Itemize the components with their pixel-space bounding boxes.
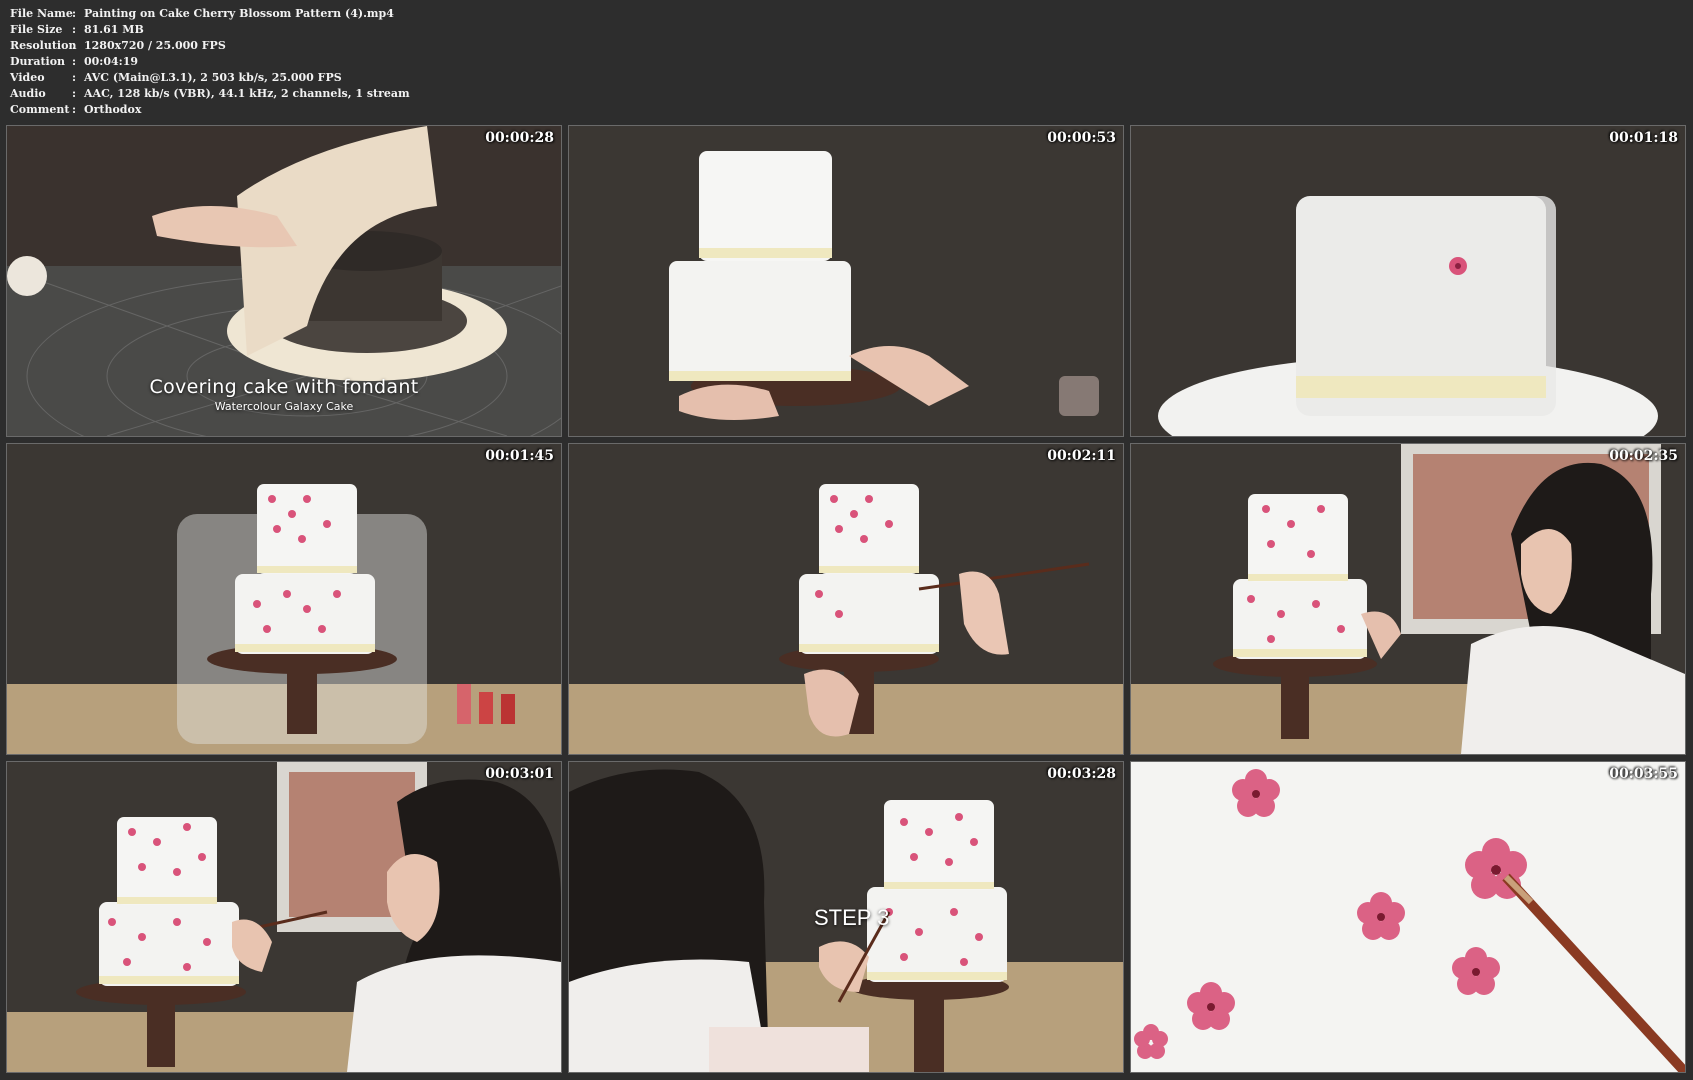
info-row-duration: Duration:00:04:19 <box>10 55 139 68</box>
timestamp: 00:00:53 <box>1047 130 1116 146</box>
info-row-comment: Comment: Orthodox <box>10 103 142 116</box>
thumbnail-6[interactable]: 00:02:35 <box>1130 443 1686 755</box>
thumbnail-8[interactable]: 00:03:28 STEP 3 <box>568 761 1124 1073</box>
frame-blossom-closeup <box>1131 762 1685 1072</box>
timestamp: 00:03:28 <box>1047 766 1116 782</box>
thumbnail-5[interactable]: 00:02:11 <box>568 443 1124 755</box>
video-subcaption: Watercolour Galaxy Cake <box>214 400 354 413</box>
frame-two-tier-cake <box>569 126 1123 436</box>
thumbnail-9[interactable]: 00:03:55 <box>1130 761 1686 1073</box>
frame-artist-painting <box>7 762 561 1072</box>
timestamp: 00:01:18 <box>1609 130 1678 146</box>
frame-artist-window <box>1131 444 1685 754</box>
timestamp: 00:02:35 <box>1609 448 1678 464</box>
timestamp: 00:02:11 <box>1047 448 1116 464</box>
info-row-resolution: Resolution: 1280x720 / 25.000 FPS <box>10 39 226 52</box>
file-info-panel: File Name: Painting on Cake Cherry Blosso… <box>10 6 410 118</box>
timestamp: 00:01:45 <box>485 448 554 464</box>
thumbnail-4[interactable]: 00:01:45 <box>6 443 562 755</box>
thumbnail-7[interactable]: 00:03:01 <box>6 761 562 1073</box>
thumbnail-2[interactable]: 00:00:53 <box>568 125 1124 437</box>
info-row-file-name: File Name: Painting on Cake Cherry Blosso… <box>10 7 394 20</box>
video-caption: Covering cake with fondant <box>149 376 419 398</box>
timestamp: 00:03:01 <box>485 766 554 782</box>
timestamp: 00:03:55 <box>1609 766 1678 782</box>
frame-first-blossom <box>1131 126 1685 436</box>
frame-painting-brush <box>569 444 1123 754</box>
thumbnail-grid: 00:00:28 Covering cake with fondant Wate… <box>6 125 1687 1074</box>
info-row-audio: Audio: AAC, 128 kb/s (VBR), 44.1 kHz, 2 c… <box>10 87 410 100</box>
info-row-video: Video: AVC (Main@L3.1), 2 503 kb/s, 25.00… <box>10 71 342 84</box>
frame-painted-cake <box>7 444 561 754</box>
info-row-file-size: File Size:81.61 MB <box>10 23 144 36</box>
step-caption: STEP 3 <box>814 905 890 930</box>
timestamp: 00:00:28 <box>485 130 554 146</box>
thumbnail-3[interactable]: 00:01:18 <box>1130 125 1686 437</box>
thumbnail-1[interactable]: 00:00:28 Covering cake with fondant Wate… <box>6 125 562 437</box>
